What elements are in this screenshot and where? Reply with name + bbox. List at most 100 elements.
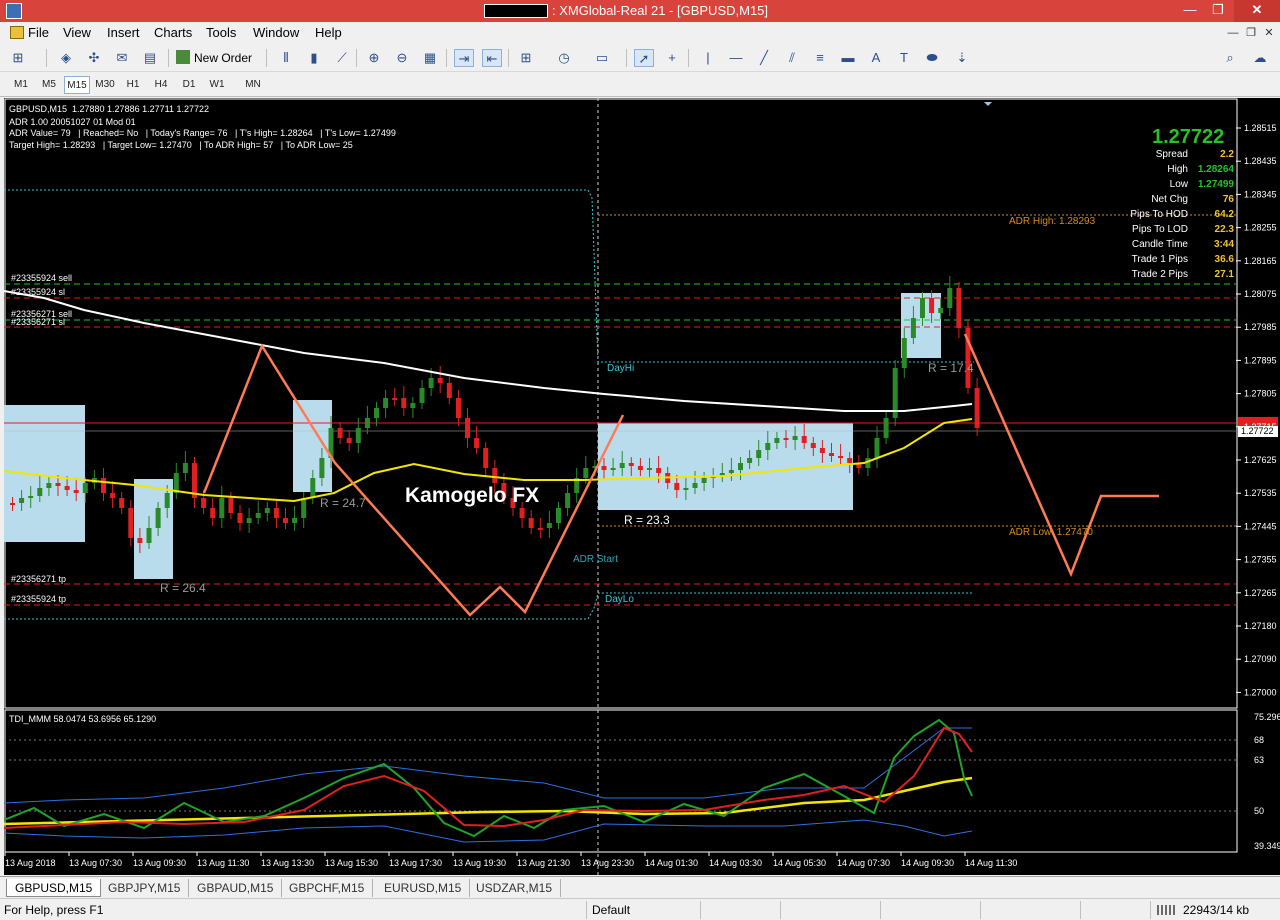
stat-value: 27.1 <box>1214 269 1234 280</box>
candle-body <box>528 518 534 528</box>
mdi-minimize-button[interactable]: — <box>1224 25 1242 41</box>
candle-body <box>310 478 316 498</box>
tile-windows-icon[interactable]: ▦ <box>420 49 440 67</box>
minimize-button[interactable]: — <box>1176 0 1204 22</box>
candle-body <box>847 458 853 463</box>
menu-file[interactable]: File <box>28 25 49 40</box>
candle-body <box>537 528 543 530</box>
vertical-line-icon[interactable]: | <box>698 49 718 67</box>
chart-shift-icon[interactable]: ⇤ <box>482 49 502 67</box>
ellipse-tool-icon[interactable]: ⬬ <box>922 49 942 67</box>
rectangle-tool-icon[interactable]: ▬ <box>838 49 858 67</box>
tab-gbpchf[interactable]: GBPCHF,M15 <box>281 879 374 897</box>
status-help: For Help, press F1 <box>4 903 104 917</box>
menu-window[interactable]: Window <box>253 25 299 40</box>
adr-info: ADR 1.00 20051027 01 Mod 01 <box>9 117 136 127</box>
crosshair-icon[interactable]: + <box>662 49 682 67</box>
candle-body <box>492 468 498 483</box>
candle-body <box>64 486 70 490</box>
candle-body <box>301 498 307 518</box>
candle-body <box>455 398 461 418</box>
menu-tools[interactable]: Tools <box>206 25 236 40</box>
tf-h4[interactable]: H4 <box>148 76 174 94</box>
time-axis-label: 13 Aug 13:30 <box>261 858 314 868</box>
candlestick-icon[interactable]: ▮ <box>304 49 324 67</box>
menu-help[interactable]: Help <box>315 25 342 40</box>
periods-clock-icon[interactable]: ◷ <box>554 49 574 67</box>
candle-body <box>182 463 188 473</box>
cursor-icon[interactable]: ➚ <box>634 49 654 67</box>
trendline-icon[interactable]: ╱ <box>754 49 774 67</box>
search-icon[interactable]: ⌕ <box>1220 49 1240 67</box>
time-axis-label: 14 Aug 11:30 <box>965 858 1017 868</box>
candle-body <box>383 398 389 408</box>
candle-body <box>483 448 489 468</box>
autoscroll-icon[interactable]: ⇥ <box>454 49 474 67</box>
tf-m30[interactable]: M30 <box>92 76 118 94</box>
candle-body <box>19 498 25 503</box>
tab-gbpaud[interactable]: GBPAUD,M15 <box>189 879 283 897</box>
indicators-icon[interactable]: ⊞ <box>516 49 536 67</box>
equidistant-channel-icon[interactable]: ⫽ <box>782 49 802 67</box>
tab-eurusd[interactable]: EURUSD,M15 <box>376 879 471 897</box>
tf-w1[interactable]: W1 <box>204 76 230 94</box>
tab-gbpusd[interactable]: GBPUSD,M15 <box>6 879 102 897</box>
terminal-icon[interactable]: ▤ <box>140 49 160 67</box>
zoom-out-icon[interactable]: ⊖ <box>392 49 412 67</box>
status-profile: Default <box>592 903 631 917</box>
stat-value: 76 <box>1222 194 1234 205</box>
stat-row: High 1.28264 <box>1084 163 1234 176</box>
stat-row: Net Chg 76 <box>1084 193 1234 206</box>
market-watch-icon[interactable]: ◈ <box>56 49 76 67</box>
maximize-button[interactable]: ❐ <box>1204 0 1232 22</box>
mdi-restore-button[interactable]: ❐ <box>1242 25 1260 41</box>
candle-body <box>419 388 425 403</box>
tf-h1[interactable]: H1 <box>120 76 146 94</box>
horizontal-line-icon[interactable]: — <box>726 49 746 67</box>
mdi-close-button[interactable]: ✕ <box>1260 25 1278 41</box>
tf-d1[interactable]: D1 <box>176 76 202 94</box>
candle-body <box>146 528 152 543</box>
tf-m1[interactable]: M1 <box>8 76 34 94</box>
tab-gbpjpy[interactable]: GBPJPY,M15 <box>100 879 190 897</box>
line-chart-icon[interactable]: ⟋ <box>332 49 352 67</box>
time-axis-label: 14 Aug 01:30 <box>645 858 698 868</box>
zoom-in-icon[interactable]: ⊕ <box>364 49 384 67</box>
text-tool-icon[interactable]: A <box>866 49 886 67</box>
chart-window[interactable]: 1.28515 1.28435 1.28345 1.28255 1.28165 1.280… <box>4 98 1280 875</box>
candle-body <box>756 450 762 458</box>
candle-body <box>10 503 15 505</box>
candle-body <box>273 508 279 518</box>
new-chart-icon[interactable]: ⊞ <box>8 49 28 67</box>
candle-body <box>446 383 452 398</box>
templates-icon[interactable]: ▭ <box>592 49 612 67</box>
time-axis-label: 13 Aug 23:30 <box>581 858 634 868</box>
tab-usdzar[interactable]: USDZAR,M15 <box>468 879 562 897</box>
stat-row: Trade 2 Pips 27.1 <box>1084 268 1234 281</box>
candle-body <box>801 436 807 443</box>
fibonacci-icon[interactable]: ≡ <box>810 49 830 67</box>
candle-body <box>765 443 771 450</box>
candle-body <box>810 443 816 448</box>
navigator-icon[interactable]: ✣ <box>84 49 104 67</box>
close-button[interactable]: ✕ <box>1234 0 1280 22</box>
menu-insert[interactable]: Insert <box>107 25 140 40</box>
connection-icon <box>1157 905 1177 915</box>
candle-body <box>255 513 261 518</box>
candle-body <box>155 508 161 528</box>
chat-icon[interactable]: ☁ <box>1250 49 1270 67</box>
text-label-icon[interactable]: T <box>894 49 914 67</box>
arrows-dropdown-icon[interactable]: ⇣ <box>952 49 972 67</box>
bar-chart-icon[interactable]: ⫴ <box>276 49 296 67</box>
tf-mn[interactable]: MN <box>240 76 266 94</box>
stat-label: High <box>1167 164 1188 175</box>
menu-charts[interactable]: Charts <box>154 25 192 40</box>
stat-row: Pips To HOD 64.2 <box>1084 208 1234 221</box>
new-order-button[interactable]: New Order <box>176 49 252 67</box>
menu-view[interactable]: View <box>63 25 91 40</box>
data-window-icon[interactable]: ✉ <box>112 49 132 67</box>
stat-value: 3:44 <box>1213 239 1234 250</box>
tf-m5[interactable]: M5 <box>36 76 62 94</box>
tf-m15[interactable]: M15 <box>64 76 90 94</box>
candle-body <box>228 498 234 513</box>
